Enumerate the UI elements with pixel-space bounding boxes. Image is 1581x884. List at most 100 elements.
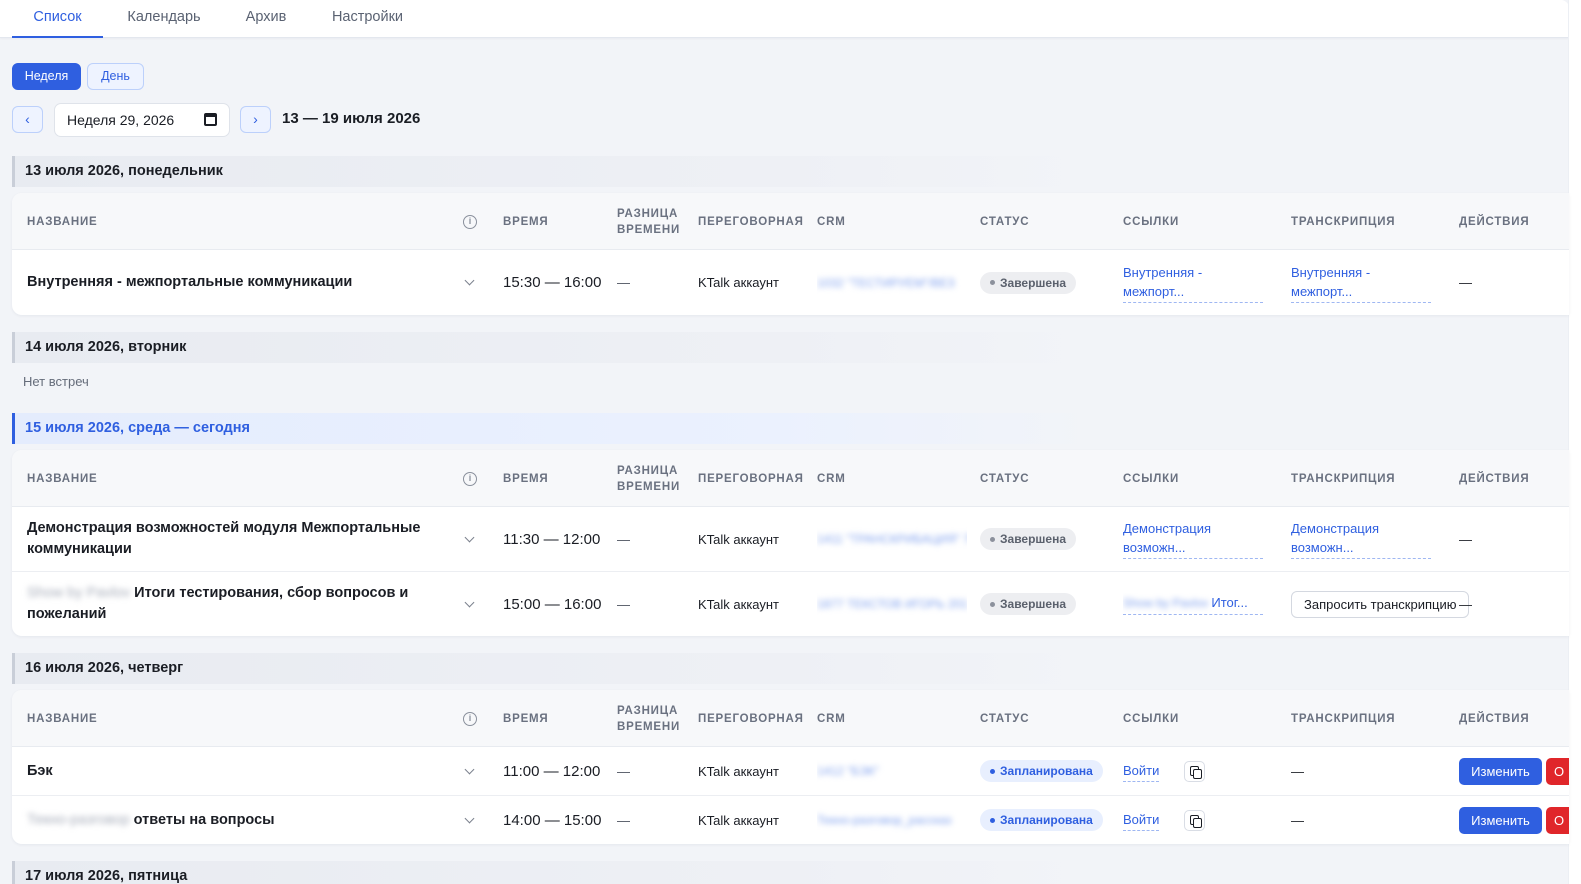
meeting-title-prefix: Текно-разговор — [27, 811, 130, 828]
col-links: ССЫЛКИ — [1123, 712, 1180, 725]
meeting-time: 15:00 — 16:00 — [503, 595, 602, 613]
col-crm: CRM — [817, 472, 846, 485]
week-range-title: 13 — 19 июля 2026 — [282, 110, 421, 127]
status-badge: Запланирована — [980, 747, 1103, 795]
expand-chevron-icon[interactable] — [464, 747, 475, 795]
tab-calendar[interactable]: Календарь — [118, 0, 210, 38]
day-header-monday: 13 июля 2026, понедельник — [12, 156, 1102, 187]
request-transcript-button[interactable]: Запросить транскрипцию — [1291, 572, 1470, 636]
meeting-link-prefix: Show by Pavlov — [1123, 596, 1209, 610]
meeting-room: KTalk аккаунт — [698, 763, 780, 779]
info-icon[interactable]: i — [463, 712, 477, 726]
status-badge: Завершена — [980, 250, 1077, 315]
copy-link-icon[interactable] — [1184, 747, 1205, 795]
col-actions: ДЕЙСТВИЯ — [1459, 712, 1530, 725]
day-header-tuesday: 14 июля 2026, вторник — [12, 332, 1102, 363]
copy-link-icon[interactable] — [1184, 796, 1205, 844]
col-links: ССЫЛКИ — [1123, 472, 1180, 485]
table-row[interactable]: Демонстрация возможностей модуля Межпорт… — [12, 507, 1569, 572]
expand-chevron-icon[interactable] — [464, 572, 475, 636]
col-links: ССЫЛКИ — [1123, 215, 1180, 228]
col-time: ВРЕМЯ — [503, 472, 549, 485]
meeting-time-diff: — — [617, 763, 630, 779]
meeting-time-diff: — — [617, 531, 630, 547]
table-header: НАЗВАНИЕ i ВРЕМЯ РАЗНИЦА ВРЕМЕНИ ПЕРЕГОВО… — [12, 193, 1569, 250]
col-room: ПЕРЕГОВОРНАЯ — [698, 712, 804, 725]
col-title: НАЗВАНИЕ — [27, 712, 98, 725]
meeting-link[interactable]: Внутренняя - межпорт... — [1123, 250, 1263, 315]
meetings-table-monday: НАЗВАНИЕ i ВРЕМЯ РАЗНИЦА ВРЕМЕНИ ПЕРЕГОВО… — [12, 193, 1569, 315]
day-header-thursday: 16 июля 2026, четверг — [12, 653, 1102, 684]
cancel-button[interactable]: О — [1546, 757, 1569, 785]
prev-week-button[interactable]: ‹ — [12, 106, 43, 133]
actions-empty: — — [1459, 275, 1472, 290]
meetings-table-thursday: НАЗВАНИЕ i ВРЕМЯ РАЗНИЦА ВРЕМЕНИ ПЕРЕГОВО… — [12, 690, 1569, 844]
week-input[interactable]: Неделя 29, 2026 — [54, 103, 230, 137]
col-transcript: ТРАНСКРИПЦИЯ — [1291, 472, 1396, 485]
meeting-title: Show by Pavlov Итоги тестирования, сбор в… — [27, 585, 409, 622]
week-mode-button[interactable]: Неделя — [12, 63, 81, 90]
meeting-link[interactable]: Show by Pavlov Итог... — [1123, 572, 1263, 636]
calendar-icon[interactable] — [204, 113, 217, 126]
col-crm: CRM — [817, 215, 846, 228]
expand-chevron-icon[interactable] — [464, 796, 475, 844]
join-link[interactable]: Войти — [1123, 796, 1160, 844]
meeting-room: KTalk аккаунт — [698, 275, 780, 290]
col-diff: РАЗНИЦА ВРЕМЕНИ — [617, 704, 681, 733]
day-mode-button[interactable]: День — [87, 63, 144, 90]
expand-chevron-icon[interactable] — [464, 250, 475, 315]
col-time: ВРЕМЯ — [503, 712, 549, 725]
table-row[interactable]: Бэк 11:00 — 12:00 — KTalk аккаунт 1412 "… — [12, 747, 1569, 796]
meeting-time: 11:00 — 12:00 — [503, 762, 601, 780]
meeting-title-prefix: Show by Pavlov — [27, 585, 131, 601]
meeting-link[interactable]: Демонстрация возможн... — [1123, 507, 1263, 571]
table-row[interactable]: Show by Pavlov Итоги тестирования, сбор в… — [12, 572, 1569, 636]
crm-link[interactable]: 1412 "БЭК" — [817, 747, 967, 795]
transcript-empty: — — [1291, 812, 1304, 828]
table-header: НАЗВАНИЕ i ВРЕМЯ РАЗНИЦА ВРЕМЕНИ ПЕРЕГОВО… — [12, 450, 1569, 507]
col-status: СТАТУС — [980, 472, 1030, 485]
join-link[interactable]: Войти — [1123, 747, 1160, 795]
col-title: НАЗВАНИЕ — [27, 472, 98, 485]
edit-button[interactable]: Изменить — [1459, 757, 1542, 785]
col-room: ПЕРЕГОВОРНАЯ — [698, 215, 804, 228]
row-actions: Изменить О — [1459, 796, 1569, 844]
transcript-empty: — — [1291, 763, 1304, 779]
col-title: НАЗВАНИЕ — [27, 215, 98, 228]
tab-settings[interactable]: Настройки — [320, 0, 415, 38]
day-header-friday: 17 июля 2026, пятница — [12, 861, 1102, 884]
edit-button[interactable]: Изменить — [1459, 806, 1542, 834]
crm-link[interactable]: 1877 ТЕКСТОВ ИГОРЬ 201 — [817, 572, 967, 636]
table-row[interactable]: Текно-разговор ответы на вопросы 14:00 — … — [12, 796, 1569, 844]
crm-link[interactable]: 1032 "ТЕСТИРУЕМ"/ВЕЗ — [817, 250, 967, 315]
status-badge: Завершена — [980, 572, 1077, 636]
cancel-button[interactable]: О — [1546, 806, 1569, 834]
col-transcript: ТРАНСКРИПЦИЯ — [1291, 215, 1396, 228]
table-row[interactable]: Внутренняя - межпортальные коммуникации … — [12, 250, 1569, 315]
meeting-time: 11:30 — 12:00 — [503, 530, 601, 548]
actions-empty: — — [1459, 531, 1472, 547]
next-week-button[interactable]: › — [240, 106, 271, 133]
meeting-time-diff: — — [617, 596, 630, 612]
crm-link[interactable]: Текно-разговор_рассказ — [817, 796, 967, 844]
no-meetings-text: Нет встреч — [23, 374, 89, 389]
transcript-link[interactable]: Внутренняя - межпорт... — [1291, 250, 1431, 315]
status-badge: Запланирована — [980, 796, 1103, 844]
expand-chevron-icon[interactable] — [464, 507, 475, 571]
transcript-link[interactable]: Демонстрация возможн... — [1291, 507, 1431, 571]
meeting-room: KTalk аккаунт — [698, 596, 780, 612]
crm-link[interactable]: 1411 "ТРАНСКРИБАЦИЯ" 7954 — [817, 507, 967, 571]
top-tab-bar: Список Календарь Архив Настройки — [0, 0, 1569, 38]
tab-archive[interactable]: Архив — [236, 0, 296, 38]
meeting-title: Текно-разговор ответы на вопросы — [27, 796, 447, 844]
actions-empty: — — [1459, 596, 1472, 612]
table-header: НАЗВАНИЕ i ВРЕМЯ РАЗНИЦА ВРЕМЕНИ ПЕРЕГОВО… — [12, 690, 1569, 747]
info-icon[interactable]: i — [463, 215, 477, 229]
tab-list[interactable]: Список — [12, 0, 103, 38]
col-diff: РАЗНИЦА ВРЕМЕНИ — [617, 207, 681, 236]
info-icon[interactable]: i — [463, 472, 477, 486]
status-badge: Завершена — [980, 507, 1077, 571]
scrollbar-track[interactable] — [1568, 0, 1581, 884]
meeting-title: Бэк — [27, 762, 53, 779]
week-input-value: Неделя 29, 2026 — [67, 112, 175, 128]
